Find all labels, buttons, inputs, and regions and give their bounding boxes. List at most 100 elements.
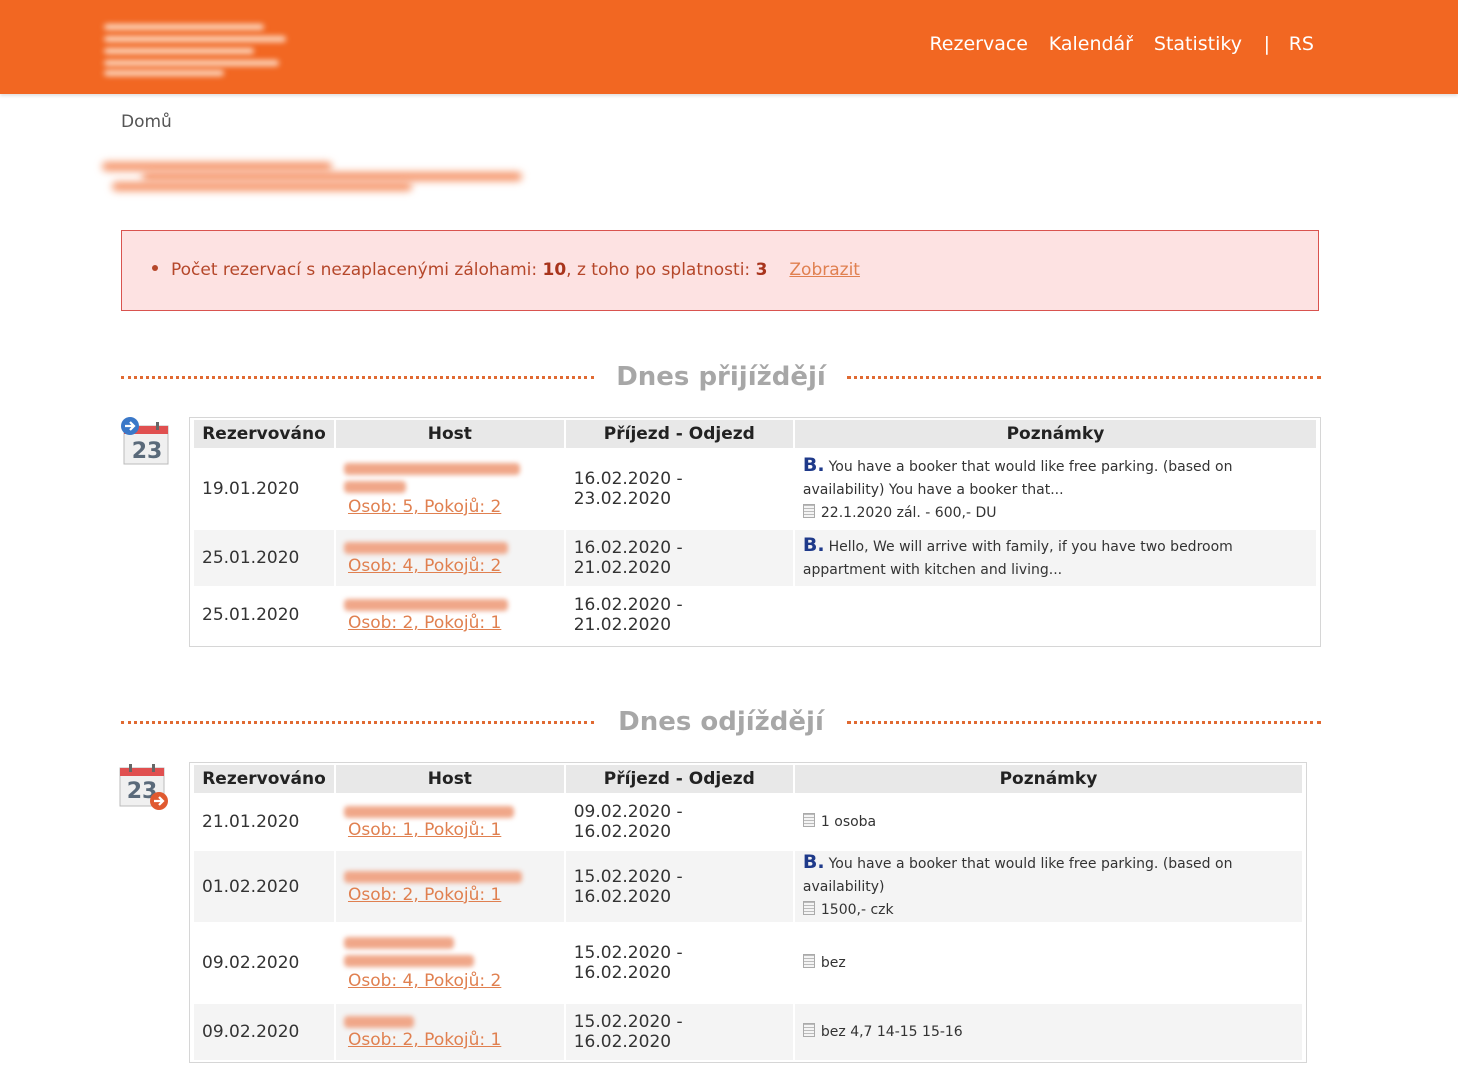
unpaid-count: 10 xyxy=(542,260,567,280)
guest-cell: Osob: 5, Pokojů: 2 xyxy=(336,448,564,530)
bullet-icon xyxy=(152,265,158,271)
internal-note: bez xyxy=(820,954,846,971)
calendar-day: 23 xyxy=(132,439,163,464)
top-navigation-bar: Rezervace Kalendář Statistiky | RS xyxy=(0,0,1458,94)
col-guest[interactable]: Host xyxy=(335,765,564,793)
notes-cell: B. You have a booker that would like free… xyxy=(794,851,1302,922)
booking-com-icon: B. xyxy=(802,851,825,873)
table-row: 25.01.2020 Osob: 2, Pokojů: 1 16.02.2020… xyxy=(194,586,1316,644)
table-row: 09.02.2020 Osob: 4, Pokojů: 2 15.02.2020… xyxy=(194,922,1302,1004)
col-guest[interactable]: Host xyxy=(335,420,564,448)
guest-name-redacted xyxy=(343,599,556,613)
note-icon xyxy=(802,503,815,518)
note-icon xyxy=(802,901,815,915)
col-dates[interactable]: Příjezd - Odjezd xyxy=(565,765,793,793)
guest-name-redacted xyxy=(343,542,556,556)
stay-dates: 16.02.2020 - 23.02.2020 xyxy=(573,469,683,509)
notes-cell: bez xyxy=(795,922,1302,1004)
guest-rooms-link[interactable]: Osob: 1, Pokojů: 1 xyxy=(344,820,501,840)
departures-table: Rezervováno Host Příjezd - Odjezd Poznám… xyxy=(189,762,1307,1063)
guest-cell: Osob: 2, Pokojů: 1 xyxy=(336,586,564,644)
booked-date: 09.02.2020 xyxy=(202,953,300,973)
table-row: 01.02.2020 Osob: 2, Pokojů: 1 15.02.2020… xyxy=(194,851,1302,922)
guest-rooms-link[interactable]: Osob: 2, Pokojů: 1 xyxy=(344,885,501,905)
nav-rezervace[interactable]: Rezervace xyxy=(929,30,1028,58)
departures-title: Dnes odjíždějí xyxy=(618,707,824,737)
note-icon xyxy=(802,812,815,827)
guest-name-redacted xyxy=(343,1016,556,1030)
col-booked[interactable]: Rezervováno xyxy=(194,765,334,793)
note-icon xyxy=(802,953,815,968)
booking-note: You have a booker that would like free p… xyxy=(802,856,1233,895)
booking-note: You have a booker that would like free p… xyxy=(802,458,1233,498)
guest-name-redacted xyxy=(343,870,556,885)
col-notes[interactable]: Poznámky xyxy=(794,765,1302,793)
guest-cell: Osob: 4, Pokojů: 2 xyxy=(336,922,564,1004)
internal-note: 1500,- czk xyxy=(820,902,894,918)
arrivals-heading: Dnes přijíždějí xyxy=(121,357,1321,397)
calendar-arrival-icon: 23 xyxy=(121,417,169,465)
guest-name-redacted xyxy=(343,937,556,971)
guest-rooms-link[interactable]: Osob: 2, Pokojů: 1 xyxy=(344,1030,501,1050)
alert-middle: , z toho po splatnosti: xyxy=(566,260,756,280)
notes-cell: 1 osoba xyxy=(795,793,1302,851)
booking-note: Hello, We will arrive with family, if yo… xyxy=(802,539,1233,578)
guest-cell: Osob: 2, Pokojů: 1 xyxy=(335,1004,564,1060)
logo-redacted[interactable] xyxy=(104,20,286,78)
booking-com-icon: B. xyxy=(802,534,825,556)
table-header-row: Rezervováno Host Příjezd - Odjezd Poznám… xyxy=(194,420,1316,448)
nav-statistiky[interactable]: Statistiky xyxy=(1154,30,1242,58)
guest-rooms-link[interactable]: Osob: 5, Pokojů: 2 xyxy=(344,497,501,517)
notes-cell xyxy=(795,586,1316,644)
booking-com-icon: B. xyxy=(802,453,825,476)
arrivals-table: Rezervováno Host Příjezd - Odjezd Poznám… xyxy=(189,417,1321,647)
internal-note: bez 4,7 14-15 15-16 xyxy=(820,1023,963,1040)
guest-name-redacted xyxy=(343,463,556,497)
guest-cell: Osob: 1, Pokojů: 1 xyxy=(336,793,564,851)
stay-dates: 09.02.2020 - 16.02.2020 xyxy=(573,802,683,842)
col-booked[interactable]: Rezervováno xyxy=(194,420,334,448)
table-row: 25.01.2020 Osob: 4, Pokojů: 2 16.02.2020… xyxy=(194,530,1316,586)
unpaid-deposit-alert: Počet rezervací s nezaplacenými zálohami… xyxy=(121,230,1319,311)
breadcrumb[interactable]: Domů xyxy=(121,112,172,132)
col-notes[interactable]: Poznámky xyxy=(794,420,1316,448)
guest-name-redacted xyxy=(343,806,556,820)
page-title-redacted xyxy=(102,156,522,196)
departures-heading: Dnes odjíždějí xyxy=(121,702,1321,742)
booked-date: 25.01.2020 xyxy=(194,530,334,586)
booked-date: 21.01.2020 xyxy=(202,812,300,832)
booked-date: 19.01.2020 xyxy=(202,479,300,499)
alert-prefix: Počet rezervací s nezaplacenými zálohami… xyxy=(171,260,543,280)
table-row: 19.01.2020 Osob: 5, Pokojů: 2 16.02.2020… xyxy=(194,448,1316,530)
guest-rooms-link[interactable]: Osob: 4, Pokojů: 2 xyxy=(344,971,501,991)
table-header-row: Rezervováno Host Příjezd - Odjezd Poznám… xyxy=(194,765,1302,793)
notes-cell: B. You have a booker that would like free… xyxy=(795,448,1316,530)
alert-message: Počet rezervací s nezaplacenými zálohami… xyxy=(152,260,860,280)
overdue-count: 3 xyxy=(755,260,768,280)
col-dates[interactable]: Příjezd - Odjezd xyxy=(565,420,793,448)
internal-note: 1 osoba xyxy=(820,813,877,830)
guest-cell: Osob: 2, Pokojů: 1 xyxy=(335,851,564,922)
stay-dates: 16.02.2020 - 21.02.2020 xyxy=(565,530,793,586)
table-row: 09.02.2020 Osob: 2, Pokojů: 1 15.02.2020… xyxy=(194,1004,1302,1060)
stay-dates: 15.02.2020 - 16.02.2020 xyxy=(565,1004,793,1060)
stay-dates: 16.02.2020 - 21.02.2020 xyxy=(573,595,683,635)
booked-date: 25.01.2020 xyxy=(202,605,300,625)
notes-cell: bez 4,7 14-15 15-16 xyxy=(794,1004,1302,1060)
nav-kalendar[interactable]: Kalendář xyxy=(1049,30,1133,58)
arrivals-title: Dnes přijíždějí xyxy=(616,362,826,392)
guest-rooms-link[interactable]: Osob: 4, Pokojů: 2 xyxy=(344,556,501,576)
notes-cell: B. Hello, We will arrive with family, if … xyxy=(794,530,1316,586)
show-unpaid-link[interactable]: Zobrazit xyxy=(789,260,860,280)
table-row: 21.01.2020 Osob: 1, Pokojů: 1 09.02.2020… xyxy=(194,793,1302,851)
stay-dates: 15.02.2020 - 16.02.2020 xyxy=(565,851,793,922)
nav-separator: | xyxy=(1263,33,1270,55)
internal-note: 22.1.2020 zál. - 600,- DU xyxy=(820,504,997,521)
guest-cell: Osob: 4, Pokojů: 2 xyxy=(335,530,564,586)
guest-rooms-link[interactable]: Osob: 2, Pokojů: 1 xyxy=(344,613,501,633)
nav-user-menu[interactable]: RS xyxy=(1289,30,1314,58)
booked-date: 01.02.2020 xyxy=(194,851,334,922)
note-icon xyxy=(802,1022,815,1037)
booked-date: 09.02.2020 xyxy=(194,1004,334,1060)
calendar-departure-icon: 23 xyxy=(119,764,168,810)
